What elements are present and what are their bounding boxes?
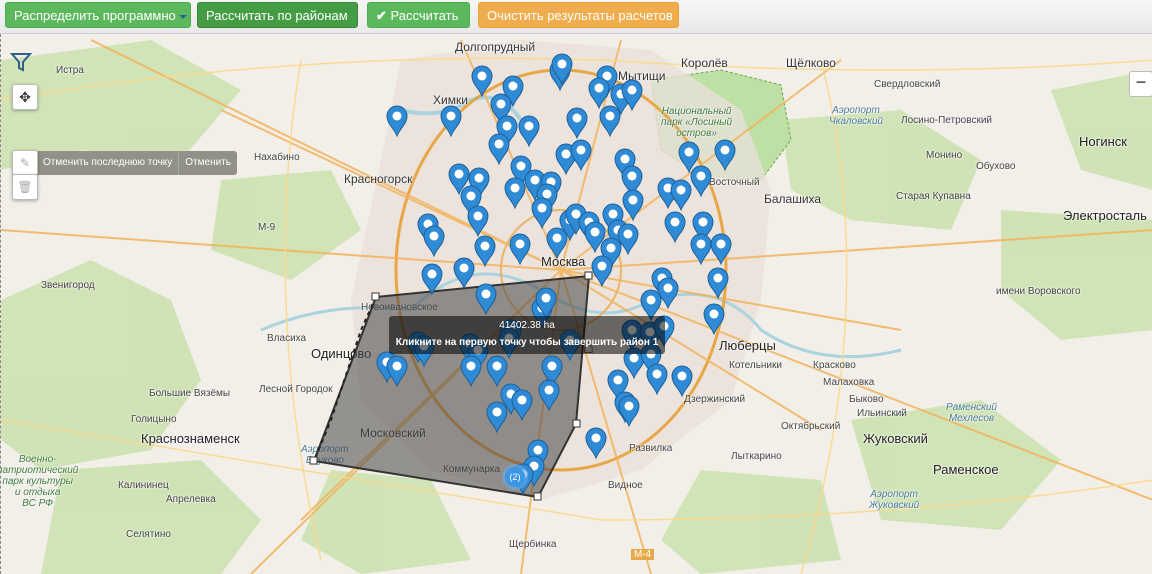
- trash-icon[interactable]: 🗑: [12, 174, 38, 200]
- map-marker-icon[interactable]: [423, 225, 445, 258]
- map-marker-icon[interactable]: [471, 65, 493, 98]
- distribute-button[interactable]: Распределить программно: [5, 2, 191, 28]
- draw-tooltip: 41402.38 ha Кликните на первую точку что…: [389, 316, 665, 354]
- undo-last-point-button[interactable]: Отменить последнюю точку: [36, 151, 178, 175]
- calculate-by-districts-button[interactable]: Рассчитать по районам: [197, 2, 358, 28]
- map-marker-icon[interactable]: [646, 363, 668, 396]
- filter-icon[interactable]: [10, 51, 36, 77]
- tooltip-area: 41402.38 ha: [499, 320, 555, 331]
- map-marker-icon[interactable]: [690, 165, 712, 198]
- map-marker-icon[interactable]: [622, 189, 644, 222]
- map-marker-icon[interactable]: [386, 355, 408, 388]
- map-marker-icon[interactable]: [538, 379, 560, 412]
- marker-cluster[interactable]: (2): [502, 464, 528, 490]
- map-marker-icon[interactable]: [566, 107, 588, 140]
- map-marker-icon[interactable]: [585, 427, 607, 460]
- map-marker-icon[interactable]: [591, 255, 613, 288]
- map-marker-icon[interactable]: [467, 205, 489, 238]
- clear-results-button[interactable]: Очистить результаты расчетов: [478, 2, 679, 28]
- markers-layer: [376, 53, 736, 496]
- map-marker-icon[interactable]: [588, 77, 610, 110]
- map-marker-icon[interactable]: [460, 355, 482, 388]
- map-marker-icon[interactable]: [707, 267, 729, 300]
- map-marker-icon[interactable]: [714, 139, 736, 172]
- map-marker-icon[interactable]: [474, 235, 496, 268]
- caret-down-icon: [178, 14, 187, 19]
- map-marker-icon[interactable]: [486, 355, 508, 388]
- map-marker-icon[interactable]: [518, 115, 540, 148]
- map-marker-icon[interactable]: [504, 177, 526, 210]
- map-marker-icon[interactable]: [690, 233, 712, 266]
- map-marker-icon[interactable]: [664, 211, 686, 244]
- calculate-by-districts-label: Рассчитать по районам: [206, 8, 348, 23]
- map-marker-icon[interactable]: [440, 105, 462, 138]
- map-marker-icon[interactable]: [570, 139, 592, 172]
- calculate-label: Рассчитать: [390, 8, 459, 23]
- map-marker-icon[interactable]: [475, 283, 497, 316]
- map-marker-icon[interactable]: [509, 233, 531, 266]
- map-marker-icon[interactable]: [488, 133, 510, 166]
- map-marker-icon[interactable]: [670, 179, 692, 212]
- map-marker-icon[interactable]: [703, 303, 725, 336]
- cancel-draw-button[interactable]: Отменить: [178, 151, 237, 175]
- map-marker-icon[interactable]: [486, 401, 508, 434]
- map-marker-icon[interactable]: [531, 197, 553, 230]
- zoom-out-button[interactable]: −: [1129, 71, 1152, 97]
- map-marker-icon[interactable]: [657, 277, 679, 310]
- check-icon: ✔: [376, 8, 387, 23]
- map-marker-icon[interactable]: [671, 365, 693, 398]
- top-toolbar: Распределить программно Рассчитать по ра…: [0, 0, 1152, 34]
- map-marker-icon[interactable]: [421, 263, 443, 296]
- map-marker-icon[interactable]: [618, 395, 640, 428]
- draw-toolbar: ⬟ Отменить последнюю точку Отменить: [12, 151, 237, 175]
- move-icon[interactable]: ✥: [12, 84, 38, 110]
- map-canvas[interactable]: Истра Химки Долгопрудный Мытищи Королёв …: [0, 34, 1152, 574]
- calculate-button[interactable]: ✔ Рассчитать: [367, 2, 470, 28]
- distribute-label: Распределить программно: [14, 8, 176, 23]
- clear-results-label: Очистить результаты расчетов: [487, 8, 673, 23]
- map-marker-icon[interactable]: [511, 389, 533, 422]
- edit-icon[interactable]: ✎: [12, 150, 38, 176]
- map-marker-icon[interactable]: [453, 257, 475, 290]
- map-marker-icon[interactable]: [599, 105, 621, 138]
- tooltip-hint: Кликните на первую точку чтобы завершить…: [395, 337, 659, 348]
- map-marker-icon[interactable]: [546, 227, 568, 260]
- map-marker-icon[interactable]: [386, 105, 408, 138]
- cluster-count: (2): [505, 467, 525, 487]
- map-marker-icon[interactable]: [710, 233, 732, 266]
